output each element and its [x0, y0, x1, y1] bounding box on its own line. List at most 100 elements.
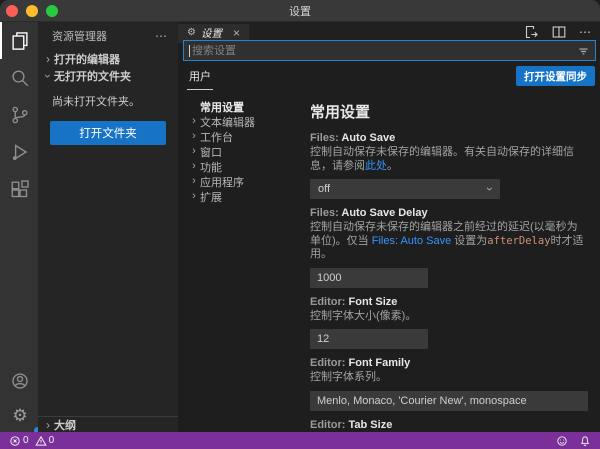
text-caret — [189, 45, 190, 57]
setting-title: Editor: Font Size — [310, 296, 588, 308]
account-icon — [10, 371, 30, 391]
extensions-icon — [10, 179, 30, 199]
more-actions-icon[interactable]: ⋯ — [579, 25, 592, 39]
toc-item-label: 工作台 — [200, 129, 233, 145]
setting-name: Font Family — [349, 357, 411, 369]
error-count: 0 — [23, 435, 29, 446]
setting-name: Tab Size — [349, 419, 393, 431]
desc-segment: 设置为 — [451, 235, 487, 247]
title-bar: 设置 — [0, 0, 600, 22]
setting-link[interactable]: 此处 — [365, 160, 387, 172]
chevron-right-icon: › — [42, 419, 54, 431]
account-button[interactable] — [0, 364, 38, 398]
activity-explorer-button[interactable] — [0, 22, 38, 59]
chevron-down-icon: › — [42, 70, 54, 82]
toc-item-label: 文本编辑器 — [200, 114, 255, 130]
open-folder-button[interactable]: 打开文件夹 — [50, 121, 166, 145]
settings-scope-row: 用户 打开设置同步 — [178, 66, 600, 90]
notifications-bell-icon[interactable] — [579, 435, 591, 447]
setting-description: 控制字体大小(像素)。 — [310, 310, 588, 324]
setting-category: Editor: — [310, 419, 349, 431]
setting-category: Editor: — [310, 357, 349, 369]
open-editors-label: 打开的编辑器 — [54, 51, 120, 67]
toc-item[interactable]: ›常用设置 — [184, 99, 310, 114]
open-settings-json-icon[interactable] — [523, 24, 539, 40]
desc-segment: 控制字体系列。 — [310, 371, 387, 383]
tab-user-settings[interactable]: 用户 — [187, 68, 213, 90]
window-title: 设置 — [0, 0, 600, 22]
outline-section[interactable]: › 大纲 — [38, 416, 178, 432]
activity-search-button[interactable] — [0, 59, 38, 96]
setting-title: Files: Auto Save Delay — [310, 207, 588, 219]
setting-title: Editor: Tab Size — [310, 419, 588, 431]
toc-item-label: 窗口 — [200, 144, 222, 160]
setting-description: 控制字体系列。 — [310, 371, 588, 385]
setting-name: Auto Save Delay — [341, 207, 427, 219]
warning-icon — [35, 435, 47, 447]
filter-icon[interactable] — [577, 45, 590, 58]
chevron-right-icon: › — [42, 53, 54, 65]
setting-title: Files: Auto Save — [310, 132, 588, 144]
toc-item-label: 扩展 — [200, 189, 222, 205]
warning-count: 0 — [49, 435, 55, 446]
chevron-right-icon: › — [188, 176, 200, 187]
activity-source-control-button[interactable] — [0, 96, 38, 133]
tab-label: 设置 — [201, 26, 222, 41]
no-folder-section[interactable]: › 无打开的文件夹 — [38, 67, 178, 84]
split-editor-icon[interactable] — [551, 24, 567, 40]
setting-title: Editor: Font Family — [310, 357, 588, 369]
problems-status[interactable]: 0 0 — [9, 435, 54, 447]
chevron-right-icon: › — [188, 116, 200, 127]
setting-category: Files: — [310, 132, 341, 144]
activity-run-debug-button[interactable] — [0, 133, 38, 170]
setting-description: 控制自动保存未保存的编辑器。有关自动保存的详细信息，请参阅此处。 — [310, 146, 588, 173]
activity-extensions-button[interactable] — [0, 170, 38, 207]
toc-item[interactable]: ›扩展 — [184, 189, 310, 204]
status-bar: 0 0 — [0, 432, 600, 449]
desc-segment: 控制字体大小(像素)。 — [310, 310, 416, 322]
sidebar-explorer: 资源管理器 ⋯ › 打开的编辑器 › 无打开的文件夹 尚未打开文件夹。 打开文件… — [38, 22, 178, 432]
setting-category: Editor: — [310, 296, 349, 308]
manage-gear-button[interactable]: ⚙ — [0, 398, 38, 432]
setting-dropdown[interactable]: off› — [310, 179, 500, 199]
open-editors-section[interactable]: › 打开的编辑器 — [38, 50, 178, 67]
outline-label: 大纲 — [54, 417, 76, 433]
sidebar-more-actions-icon[interactable]: ⋯ — [155, 29, 168, 43]
setting-name: Auto Save — [341, 132, 395, 144]
toc-item[interactable]: ›文本编辑器 — [184, 114, 310, 129]
setting-link[interactable]: Files: Auto Save — [372, 235, 452, 247]
toc-item[interactable]: ›工作台 — [184, 129, 310, 144]
toc-item[interactable]: ›功能 — [184, 159, 310, 174]
setting-item: Files: Auto Save 控制自动保存未保存的编辑器。有关自动保存的详细信… — [310, 132, 588, 199]
no-folder-label: 无打开的文件夹 — [54, 68, 131, 84]
setting-input[interactable] — [310, 329, 428, 349]
search-icon — [10, 68, 30, 88]
setting-input[interactable] — [310, 391, 588, 411]
toc-item[interactable]: ›应用程序 — [184, 174, 310, 189]
settings-search-box — [183, 40, 596, 61]
sidebar-title: 资源管理器 — [52, 28, 107, 44]
chevron-right-icon: › — [188, 161, 200, 172]
settings-toc-tree: ›常用设置›文本编辑器›工作台›窗口›功能›应用程序›扩展 — [184, 90, 310, 432]
feedback-icon[interactable] — [556, 435, 568, 447]
setting-item: Editor: Tab Size一个制表符等于的空格数。在 Editor: De… — [310, 419, 588, 433]
setting-input[interactable] — [310, 268, 428, 288]
turn-on-settings-sync-button[interactable]: 打开设置同步 — [516, 66, 595, 86]
tab-bar: ⚙ 设置 × ⋯ — [178, 22, 600, 41]
setting-description: 控制自动保存未保存的编辑器之前经过的延迟(以毫秒为单位)。仅当 Files: A… — [310, 221, 588, 262]
run-debug-icon — [10, 142, 30, 162]
close-icon[interactable]: × — [233, 26, 240, 40]
setting-item: Editor: Font Family 控制字体系列。 — [310, 357, 588, 411]
setting-item: Editor: Font Size 控制字体大小(像素)。 — [310, 296, 588, 350]
editor-area: ⚙ 设置 × ⋯ 用户 打开设置 — [178, 22, 600, 432]
chevron-right-icon: › — [188, 191, 200, 202]
dropdown-value: off — [318, 183, 330, 195]
setting-name: Font Size — [349, 296, 398, 308]
gear-icon: ⚙ — [187, 28, 196, 38]
toc-item-label: 常用设置 — [200, 99, 244, 115]
chevron-right-icon: › — [188, 146, 200, 157]
setting-item: Files: Auto Save Delay 控制自动保存未保存的编辑器之前经过的… — [310, 207, 588, 288]
settings-search-input[interactable] — [184, 42, 595, 61]
toc-item[interactable]: ›窗口 — [184, 144, 310, 159]
gear-icon: ⚙ — [12, 407, 27, 424]
